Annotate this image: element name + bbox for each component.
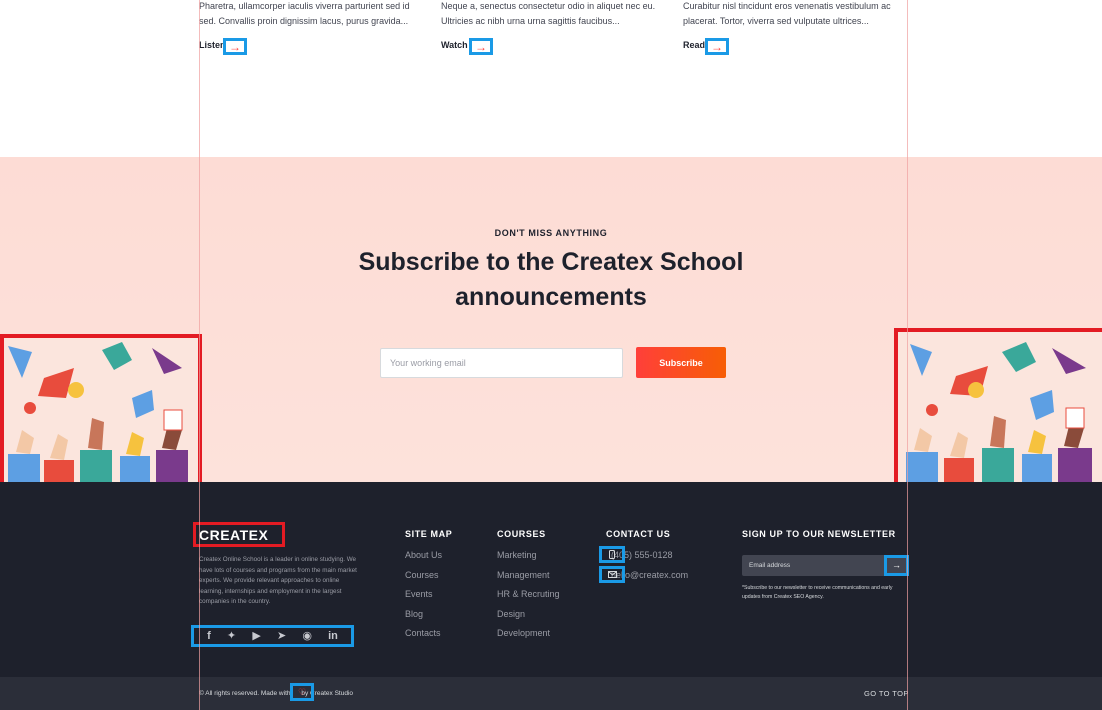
listen-link[interactable]: Listen [199,40,226,50]
subscribe-button[interactable]: Subscribe [636,347,726,378]
read-link[interactable]: Read [683,40,705,50]
layout-guide-right [907,0,908,710]
subscribe-section: DON'T MISS ANYTHING Subscribe to the Cre… [0,157,1102,488]
courses-title: COURSES [497,529,546,539]
watch-link[interactable]: Watch [441,40,468,50]
newsletter-submit-arrow-icon[interactable]: → [884,555,909,576]
newsletter-title: SIGN UP TO OUR NEWSLETTER [742,529,896,539]
card-watch: Neque a, senectus consectetur odio in al… [441,0,661,29]
twitter-icon[interactable]: ✦ [227,630,236,642]
copyright-text: © All rights reserved. Made with by Crea… [199,690,354,697]
graduation-illustration-right [894,328,1102,488]
site-map-link-courses[interactable]: Courses [405,570,442,590]
course-link-management[interactable]: Management [497,570,560,590]
card-description: Pharetra, ullamcorper iaculis viverra pa… [199,1,410,26]
site-map-link-about[interactable]: About Us [405,550,442,570]
arrow-right-icon[interactable]: → [705,38,729,55]
newsletter-email-input[interactable] [742,555,884,576]
site-map-link-events[interactable]: Events [405,589,442,609]
course-link-design[interactable]: Design [497,609,560,629]
footer-about-text: Createx Online School is a leader in onl… [199,556,357,605]
subscribe-eyebrow: DON'T MISS ANYTHING [494,228,608,238]
course-link-development[interactable]: Development [497,628,560,648]
cards-section: Pharetra, ullamcorper iaculis viverra pa… [0,0,1102,157]
site-map-link-contacts[interactable]: Contacts [405,628,442,648]
phone-icon [599,546,625,563]
graduation-illustration-left [0,334,202,488]
card-description: Neque a, senectus consectetur odio in al… [441,1,656,26]
arrow-right-icon[interactable]: → [223,38,247,55]
arrow-right-icon[interactable]: → [469,38,493,55]
contact-title: CONTACT US [606,529,671,539]
subscribe-title: Subscribe to the Createx School announcem… [358,248,744,311]
newsletter-note: *Subscribe to our newsletter to receive … [742,585,893,600]
courses-list: Marketing Management HR & Recruting Desi… [497,550,560,648]
instagram-icon[interactable]: ◉ [302,630,312,642]
heart-icon: ♡ [290,683,314,701]
facebook-icon[interactable]: f [207,630,211,642]
site-map-list: About Us Courses Events Blog Contacts [405,550,442,648]
subscribe-email-input[interactable] [380,348,623,378]
card-read: Curabitur nisl tincidunt eros venenatis … [683,0,903,29]
footer-bottom-bar: © All rights reserved. Made with by Crea… [0,677,1102,710]
card-listen: Pharetra, ullamcorper iaculis viverra pa… [199,0,419,29]
createx-logo[interactable]: CREATEX [193,522,285,547]
go-to-top-link[interactable]: GO TO TOP [864,689,909,698]
site-map-title: SITE MAP [405,529,453,539]
youtube-icon[interactable]: ▶ [252,630,260,642]
layout-guide-left [199,0,200,710]
mail-icon [599,566,625,583]
course-link-marketing[interactable]: Marketing [497,550,560,570]
card-description: Curabitur nisl tincidunt eros venenatis … [683,1,891,26]
footer: CREATEX Createx Online School is a leade… [0,482,1102,677]
course-link-hr[interactable]: HR & Recruting [497,589,560,609]
telegram-icon[interactable]: ➤ [277,630,286,642]
linkedin-icon[interactable]: in [328,630,338,642]
site-map-link-blog[interactable]: Blog [405,609,442,629]
social-links: f ✦ ▶ ➤ ◉ in [191,625,354,647]
